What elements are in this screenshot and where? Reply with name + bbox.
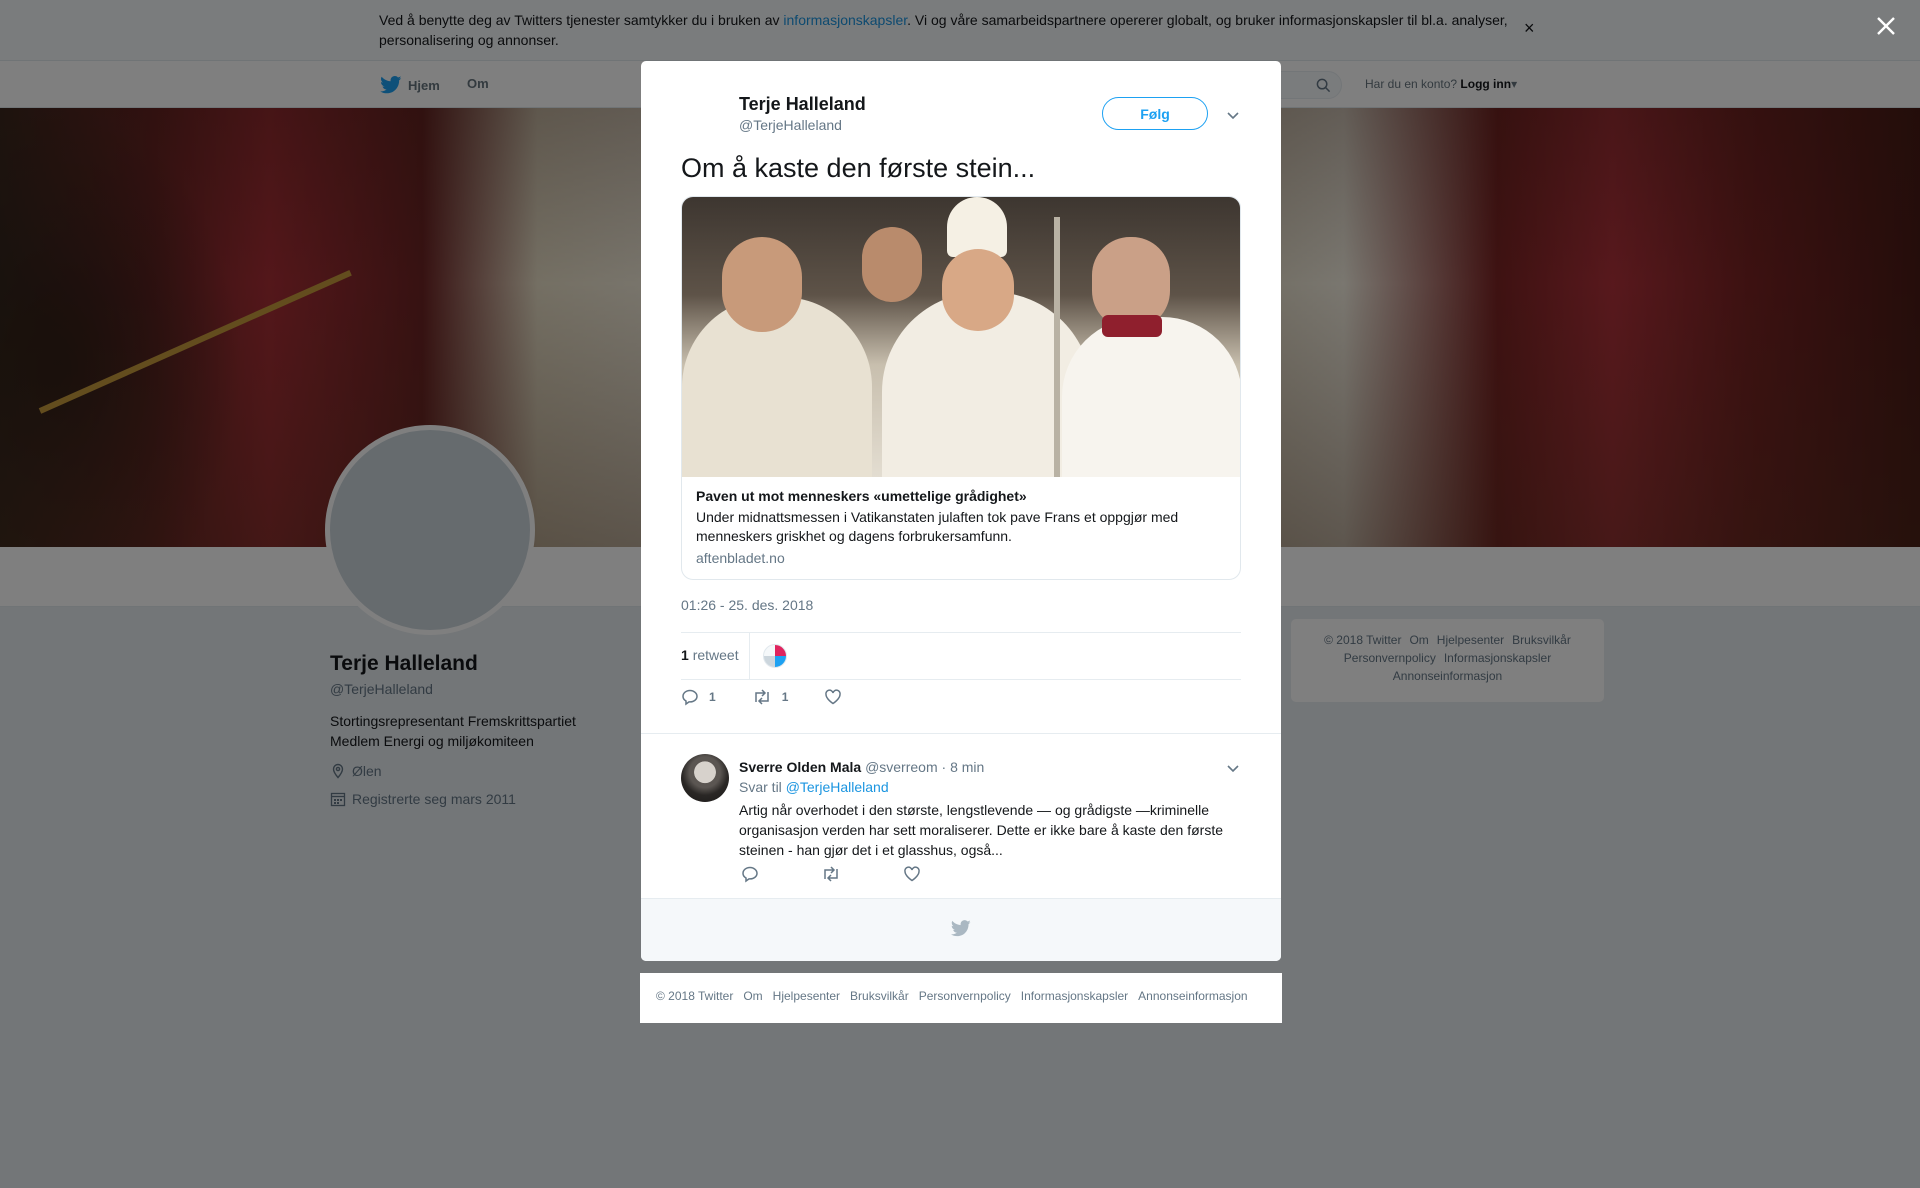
author-name[interactable]: Terje Halleland bbox=[739, 94, 866, 115]
card-image-figure bbox=[722, 237, 802, 332]
author-avatar[interactable] bbox=[680, 93, 728, 141]
reply-actions bbox=[741, 865, 921, 883]
reply-icon[interactable] bbox=[741, 865, 759, 883]
tweet-modal: Terje Halleland @TerjeHalleland Følg Om … bbox=[641, 61, 1281, 961]
retweeter-avatar[interactable] bbox=[763, 644, 787, 668]
tweet-actions: 1 1 bbox=[681, 688, 878, 706]
card-image-figure bbox=[1102, 315, 1162, 337]
modal-bottom-bar bbox=[641, 898, 1281, 961]
footer-link-help[interactable]: Hjelpesenter bbox=[773, 989, 840, 1003]
chevron-down-icon[interactable] bbox=[1225, 107, 1241, 123]
card-image-figure bbox=[862, 227, 922, 302]
reply-text: Artig når overhodet i den største, lengs… bbox=[739, 802, 1224, 858]
follow-button[interactable]: Følg bbox=[1102, 97, 1208, 130]
card-image-figure bbox=[942, 249, 1014, 331]
retweet-icon[interactable] bbox=[821, 865, 841, 883]
reply-author-name[interactable]: Sverre Olden Mala bbox=[739, 759, 861, 775]
chevron-down-icon[interactable] bbox=[1225, 760, 1241, 776]
tweet-timestamp[interactable]: 01:26 - 25. des. 2018 bbox=[681, 597, 813, 613]
twitter-bird-icon bbox=[951, 920, 971, 937]
heart-icon bbox=[825, 689, 842, 705]
like-button[interactable] bbox=[824, 688, 842, 706]
reply-icon bbox=[682, 689, 698, 706]
heart-icon[interactable] bbox=[903, 865, 921, 883]
retweet-icon bbox=[754, 689, 769, 705]
modal-footer: © 2018 Twitter Om Hjelpesenter Bruksvilkår P… bbox=[640, 973, 1282, 1023]
footer-link-privacy[interactable]: Personvernpolicy bbox=[919, 989, 1011, 1003]
footer-copyright: © 2018 Twitter bbox=[656, 989, 734, 1003]
reply-header: Sverre Olden Mala @sverreom · 8 min bbox=[739, 759, 984, 775]
reply-tweet[interactable]: Sverre Olden Mala @sverreom · 8 min Svar… bbox=[641, 733, 1281, 898]
footer-link-about[interactable]: Om bbox=[743, 989, 762, 1003]
reply-button[interactable]: 1 bbox=[681, 688, 716, 706]
link-card-description: Under midnattsmessen i Vatikanstaten jul… bbox=[696, 509, 1179, 544]
card-image-figure bbox=[1054, 217, 1060, 477]
card-image-figure bbox=[947, 197, 1007, 257]
link-card-image bbox=[682, 197, 1240, 477]
reply-author-handle[interactable]: @sverreom bbox=[865, 759, 938, 775]
stat-divider bbox=[749, 633, 750, 679]
link-card-title: Paven ut mot menneskers «umettelige gråd… bbox=[696, 488, 1027, 504]
link-card[interactable]: Paven ut mot menneskers «umettelige gråd… bbox=[681, 196, 1241, 580]
footer-link-cookies[interactable]: Informasjonskapsler bbox=[1021, 989, 1128, 1003]
footer-link-ads[interactable]: Annonseinformasjon bbox=[1138, 989, 1247, 1003]
tweet-text: Om å kaste den første stein... bbox=[681, 153, 1036, 183]
reply-author-avatar[interactable] bbox=[681, 754, 729, 802]
card-image-figure bbox=[1062, 317, 1240, 477]
reply-to-link[interactable]: @TerjeHalleland bbox=[786, 779, 889, 795]
author-handle[interactable]: @TerjeHalleland bbox=[739, 117, 842, 133]
footer-link-terms[interactable]: Bruksvilkår bbox=[850, 989, 909, 1003]
reply-time[interactable]: · 8 min bbox=[942, 759, 985, 775]
tweet-stats: 1 retweet bbox=[681, 632, 1241, 680]
retweet-button[interactable]: 1 bbox=[752, 688, 788, 706]
retweet-stat[interactable]: 1 retweet bbox=[681, 647, 739, 663]
reply-to: Svar til @TerjeHalleland bbox=[739, 779, 889, 795]
close-modal-icon[interactable] bbox=[1872, 12, 1900, 40]
link-card-domain: aftenbladet.no bbox=[696, 550, 785, 566]
